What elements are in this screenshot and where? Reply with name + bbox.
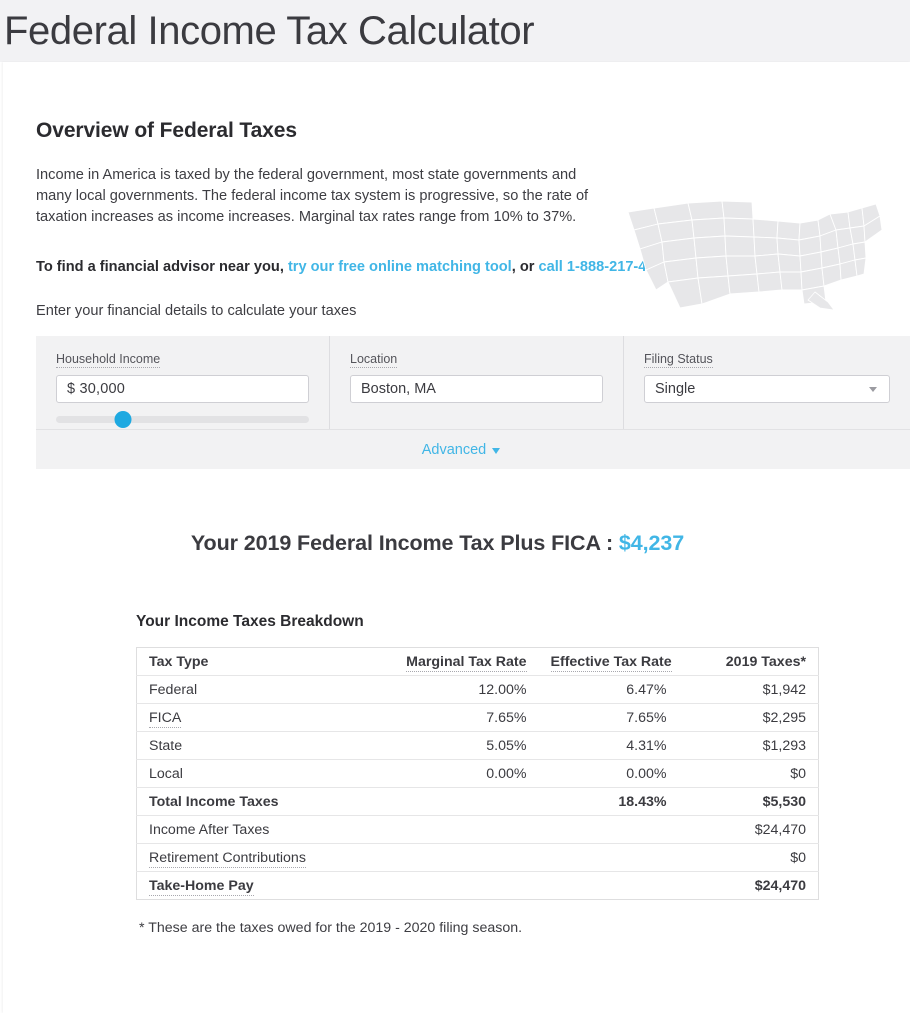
row-marginal (386, 787, 539, 816)
advisor-middle-text: , or (511, 259, 539, 275)
advanced-toggle-button[interactable]: Advanced (422, 442, 501, 458)
row-label: Retirement Contributions (136, 843, 387, 872)
household-income-input[interactable]: $ 30,000 (56, 375, 309, 403)
row-effective (538, 815, 679, 844)
form-fields-row: Household Income $ 30,000 Location Bosto… (36, 336, 910, 429)
location-field-group: Location Boston, MA (330, 336, 624, 429)
content-card: Overview of Federal Taxes Income in Amer… (3, 62, 910, 1013)
advisor-prefix-text: To find a financial advisor near you, (36, 259, 288, 275)
row-effective: 18.43% (538, 787, 679, 816)
column-header-marginal-label: Marginal Tax Rate (406, 653, 527, 672)
row-marginal (387, 872, 539, 900)
row-label: Total Income Taxes (136, 787, 387, 816)
row-label: State (136, 731, 387, 760)
row-taxes: $0 (678, 843, 819, 872)
breakdown-section: Your Income Taxes Breakdown Tax Type Mar… (136, 613, 819, 936)
column-header-tax-type: Tax Type (136, 647, 387, 676)
chevron-down-icon (869, 386, 877, 392)
row-effective (539, 872, 679, 900)
household-income-slider[interactable] (56, 411, 309, 428)
advisor-line: To find a financial advisor near you, tr… (36, 257, 910, 277)
row-taxes: $0 (678, 759, 819, 788)
result-headline-prefix: Your 2019 Federal Income Tax Plus FICA : (190, 531, 619, 555)
filing-status-field-group: Filing Status Single (624, 336, 910, 429)
row-effective (538, 843, 679, 872)
overview-heading: Overview of Federal Taxes (36, 119, 297, 142)
location-input[interactable]: Boston, MA (350, 375, 603, 403)
row-marginal (386, 815, 539, 844)
row-effective: 4.31% (538, 731, 679, 760)
breakdown-footnote: * These are the taxes owed for the 2019 … (139, 920, 523, 936)
advisor-suffix-text: . (670, 259, 675, 275)
row-marginal (386, 843, 539, 872)
table-row: FICA 7.65% 7.65% $2,295 (136, 703, 819, 732)
result-headline: Your 2019 Federal Income Tax Plus FICA :… (3, 531, 910, 556)
row-effective: 7.65% (538, 703, 679, 732)
table-row: Local 0.00% 0.00% $0 (136, 759, 819, 788)
page-header: Federal Income Tax Calculator (0, 0, 910, 62)
breakdown-heading: Your Income Taxes Breakdown (136, 613, 364, 630)
household-income-field-group: Household Income $ 30,000 (36, 336, 330, 429)
table-header-row: Tax Type Marginal Tax Rate Effective Tax… (136, 647, 819, 676)
table-row: State 5.05% 4.31% $1,293 (136, 731, 819, 760)
calculator-form-panel: Household Income $ 30,000 Location Bosto… (36, 336, 910, 469)
table-row: Federal 12.00% 6.47% $1,942 (136, 675, 819, 704)
location-label: Location (350, 352, 398, 368)
row-label: Income After Taxes (136, 815, 387, 844)
table-row: Retirement Contributions $0 (136, 843, 819, 872)
breakdown-table: Tax Type Marginal Tax Rate Effective Tax… (136, 647, 819, 900)
household-income-label: Household Income (56, 352, 161, 368)
column-header-taxes: 2019 Taxes* (678, 647, 819, 676)
row-taxes: $24,470 (754, 877, 806, 894)
row-label: Take-Home Pay (137, 872, 387, 900)
page-title: Federal Income Tax Calculator (4, 9, 535, 53)
row-marginal: 7.65% (386, 703, 539, 732)
row-taxes: $1,293 (678, 731, 819, 760)
advanced-options-bar: Advanced (36, 429, 910, 469)
chevron-down-icon (492, 447, 501, 454)
row-marginal: 0.00% (386, 759, 539, 788)
row-effective: 0.00% (538, 759, 679, 788)
row-taxes: $24,470 (678, 815, 819, 844)
row-marginal: 5.05% (386, 731, 539, 760)
row-label: Federal (136, 675, 387, 704)
table-row-takehome: Take-Home Pay $24,470 (137, 872, 819, 900)
table-row: Income After Taxes $24,470 (136, 815, 819, 844)
row-label-text: Retirement Contributions (149, 849, 306, 868)
row-effective: 6.47% (538, 675, 679, 704)
row-marginal: 12.00% (386, 675, 539, 704)
row-label-text: Take-Home Pay (149, 877, 254, 896)
column-header-effective-label: Effective Tax Rate (550, 653, 672, 672)
overview-paragraph: Income in America is taxed by the federa… (36, 167, 589, 225)
column-header-effective-tax-rate: Effective Tax Rate (538, 647, 679, 676)
phone-call-link[interactable]: call 1-888-217-4199 (539, 259, 671, 275)
enter-details-text: Enter your financial details to calculat… (36, 303, 357, 319)
row-label-text: FICA (149, 709, 182, 728)
result-amount: $4,237 (618, 531, 685, 555)
row-taxes: $2,295 (678, 703, 819, 732)
matching-tool-link[interactable]: try our free online matching tool (288, 259, 512, 275)
table-row-total: Total Income Taxes 18.43% $5,530 (136, 787, 819, 816)
slider-thumb[interactable] (114, 411, 132, 428)
row-taxes: $5,530 (678, 787, 819, 816)
filing-status-label: Filing Status (644, 352, 713, 368)
row-label: Local (136, 759, 387, 788)
column-header-marginal-tax-rate: Marginal Tax Rate (386, 647, 539, 676)
row-label: FICA (136, 703, 387, 732)
advanced-toggle-label: Advanced (421, 441, 487, 458)
row-taxes: $1,942 (678, 675, 819, 704)
filing-status-value: Single (655, 381, 696, 397)
overview-section: Overview of Federal Taxes Income in Amer… (3, 62, 910, 319)
filing-status-select[interactable]: Single (644, 375, 890, 403)
